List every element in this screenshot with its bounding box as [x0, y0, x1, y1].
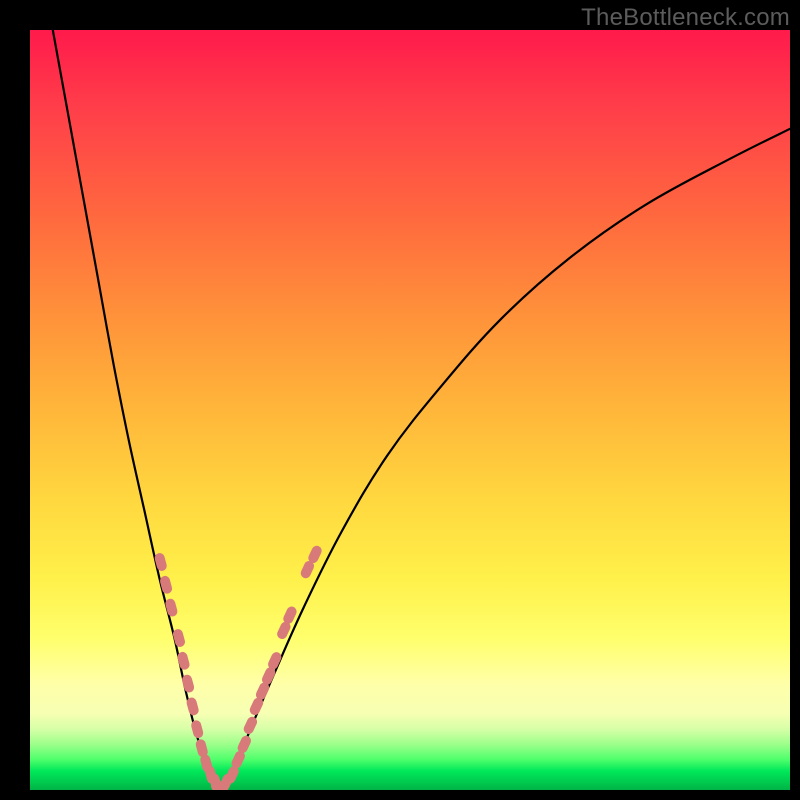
- bottleneck-curve: [53, 30, 790, 790]
- curve-marker: [154, 552, 168, 572]
- plot-area: [30, 30, 790, 790]
- watermark-label: TheBottleneck.com: [581, 4, 790, 32]
- curve-markers: [154, 544, 324, 790]
- curve-marker: [159, 575, 173, 595]
- curve-layer: [30, 30, 790, 790]
- chart-frame: TheBottleneck.com: [0, 0, 800, 800]
- curve-marker: [164, 598, 178, 618]
- curve-marker: [242, 715, 259, 736]
- curve-marker: [172, 628, 186, 648]
